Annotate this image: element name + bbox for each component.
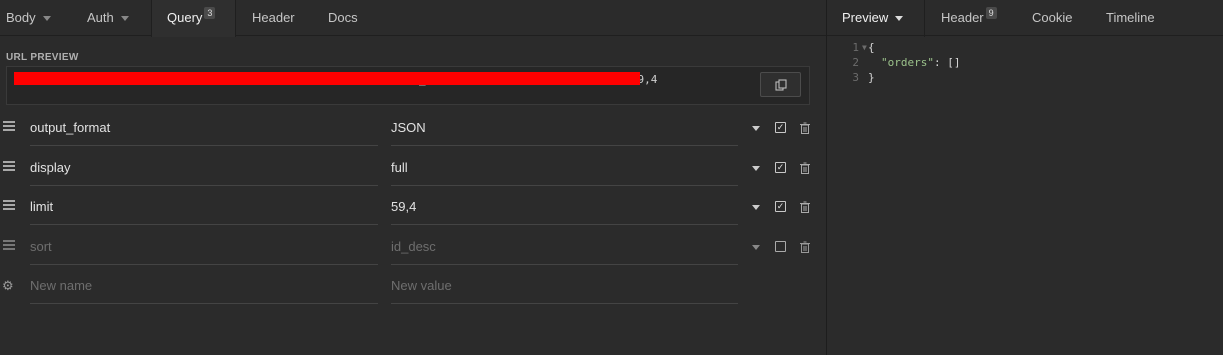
- request-pane: Body Auth Query 3 Header Docs URL PREVIEW…: [0, 0, 826, 355]
- param-name-input[interactable]: sort: [30, 229, 378, 265]
- param-value-input[interactable]: 59,4: [391, 189, 738, 225]
- redaction-bar: [14, 72, 640, 85]
- tab-docs-label: Docs: [328, 10, 358, 25]
- tab-body-label: Body: [6, 10, 36, 25]
- tab-timeline-label: Timeline: [1106, 10, 1155, 25]
- enabled-checkbox[interactable]: [775, 241, 786, 252]
- trash-icon[interactable]: [800, 122, 810, 134]
- drag-handle-icon[interactable]: [3, 161, 15, 173]
- fold-arrow-icon[interactable]: ▼: [862, 40, 867, 55]
- code-line: 1 ▼ {: [845, 40, 1205, 55]
- url-preview-label: URL PREVIEW: [6, 52, 79, 63]
- new-value-input[interactable]: New value: [391, 268, 738, 304]
- tab-response-header-label: Header: [941, 10, 984, 25]
- chevron-down-icon: [120, 16, 129, 22]
- drag-handle-icon[interactable]: [3, 121, 15, 133]
- tab-cookie[interactable]: Cookie: [1032, 0, 1072, 36]
- code-text: {: [868, 41, 875, 54]
- tab-header-label: Header: [252, 10, 295, 25]
- param-value-input[interactable]: JSON: [391, 110, 738, 146]
- gear-icon[interactable]: ⚙: [2, 278, 14, 294]
- json-key: "orders": [881, 56, 934, 69]
- request-tabbar: Body Auth Query 3 Header Docs: [0, 0, 826, 37]
- tab-separator: [924, 0, 925, 37]
- line-number: 3: [852, 71, 859, 84]
- tab-preview-label: Preview: [842, 10, 889, 25]
- trash-icon[interactable]: [800, 162, 810, 174]
- param-row: limit 59,4 ✓: [0, 189, 826, 227]
- tab-preview[interactable]: Preview: [842, 0, 904, 36]
- response-tabbar: Preview Header 9 Cookie Timeline: [827, 0, 1223, 37]
- code-text: }: [868, 71, 875, 84]
- tab-query[interactable]: Query 3: [151, 0, 236, 37]
- param-name-input[interactable]: output_format: [30, 110, 378, 146]
- json-value: : []: [933, 56, 961, 69]
- trash-icon[interactable]: [800, 241, 810, 253]
- trash-icon[interactable]: [800, 201, 810, 213]
- code-line: 3 }: [845, 70, 1205, 85]
- line-number: 2: [852, 56, 859, 69]
- chevron-down-icon[interactable]: [752, 166, 760, 171]
- param-row: output_format JSON ✓: [0, 110, 826, 148]
- param-row: display full ✓: [0, 150, 826, 188]
- copy-icon: [774, 79, 787, 91]
- tab-response-header[interactable]: Header 9: [941, 0, 997, 36]
- chevron-down-icon: [895, 16, 904, 22]
- tab-docs[interactable]: Docs: [328, 0, 358, 36]
- enabled-checkbox[interactable]: ✓: [775, 162, 786, 173]
- param-value-input[interactable]: full: [391, 150, 738, 186]
- chevron-down-icon[interactable]: [752, 245, 760, 250]
- tab-auth-label: Auth: [87, 10, 114, 25]
- new-name-input[interactable]: New name: [30, 268, 378, 304]
- response-pane: Preview Header 9 Cookie Timeline 1 ▼ { 2 …: [827, 0, 1223, 355]
- param-name-input[interactable]: limit: [30, 189, 378, 225]
- param-name-input[interactable]: display: [30, 150, 378, 186]
- tab-header[interactable]: Header: [252, 0, 295, 36]
- header-count-badge: 9: [985, 7, 997, 19]
- query-count-badge: 3: [204, 7, 216, 19]
- chevron-down-icon[interactable]: [752, 126, 760, 131]
- code-text: "orders": []: [881, 55, 960, 70]
- new-param-row: ⚙ New name New value: [0, 268, 826, 306]
- param-value-input[interactable]: id_desc: [391, 229, 738, 265]
- enabled-checkbox[interactable]: ✓: [775, 122, 786, 133]
- tab-query-label: Query: [167, 10, 203, 25]
- param-row-disabled: sort id_desc: [0, 229, 826, 267]
- enabled-checkbox[interactable]: ✓: [775, 201, 786, 212]
- chevron-down-icon: [42, 16, 51, 22]
- drag-handle-icon[interactable]: [3, 200, 15, 212]
- chevron-down-icon[interactable]: [752, 205, 760, 210]
- copy-url-button[interactable]: [760, 72, 801, 97]
- drag-handle-icon[interactable]: [3, 240, 15, 252]
- tab-auth[interactable]: Auth: [87, 0, 129, 36]
- response-body[interactable]: 1 ▼ { 2 "orders": [] 3 }: [845, 40, 1205, 85]
- tab-body[interactable]: Body: [6, 0, 51, 36]
- line-number: 1: [852, 41, 859, 54]
- tab-cookie-label: Cookie: [1032, 10, 1073, 25]
- tab-timeline[interactable]: Timeline: [1106, 0, 1155, 36]
- code-line: 2 "orders": []: [845, 55, 1205, 70]
